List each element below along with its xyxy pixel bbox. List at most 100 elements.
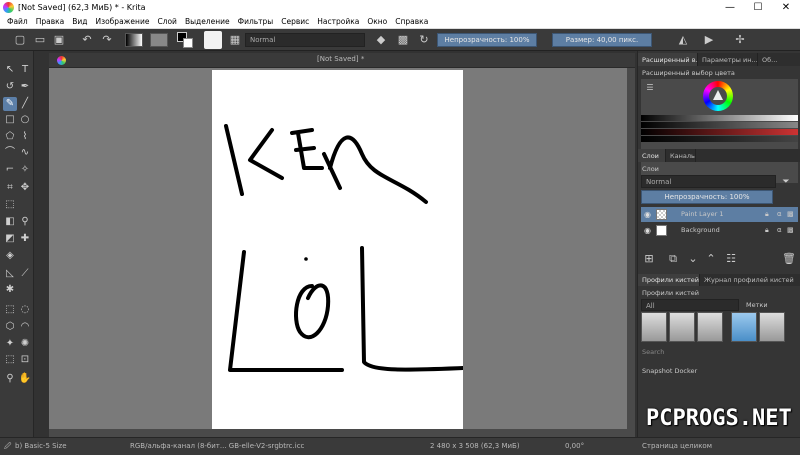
hue-ring[interactable] (703, 81, 733, 111)
reload-preset-icon[interactable]: ↻ (417, 33, 431, 47)
bezier-select-tool-icon[interactable]: ⬚ (3, 353, 17, 367)
redo-icon[interactable]: ↷ (100, 33, 114, 47)
polygon-tool-icon[interactable]: ⬠ (3, 130, 17, 144)
filter-icon[interactable]: ⏷ (779, 175, 793, 189)
crop-tool-icon[interactable]: ⌗ (3, 181, 17, 195)
open-folder-icon[interactable]: ▭ (33, 33, 47, 47)
eye-icon[interactable]: ◉ (644, 223, 651, 238)
status-zoom[interactable]: Страница целиком (642, 442, 712, 450)
brush-search-input[interactable]: Search (642, 348, 664, 356)
menu-view[interactable]: Вид (68, 17, 91, 26)
brush-preset-thumb-selected[interactable] (731, 312, 757, 342)
brush-preset-thumb[interactable] (641, 312, 667, 342)
size-slider[interactable]: Размер: 40,00 пикс. (552, 33, 652, 47)
inherit-alpha-icon[interactable]: ▩ (787, 223, 794, 238)
menu-tools[interactable]: Сервис (277, 17, 313, 26)
fg-bg-color-swatch[interactable] (177, 32, 193, 48)
horizontal-scrollbar[interactable] (49, 429, 635, 437)
mirror-horizontal-icon[interactable]: ◭ (676, 33, 690, 47)
calligraphy-tool-icon[interactable]: ✒ (18, 80, 32, 94)
status-rotation[interactable]: 0,00° (565, 442, 584, 450)
text-tool-icon[interactable]: T (18, 63, 32, 77)
layer-row[interactable]: ◉ Background 🔒︎ α ▩ (641, 223, 798, 238)
ellipse-tool-icon[interactable]: ○ (18, 113, 32, 127)
tab-brush-presets[interactable]: Профили кистей (638, 274, 700, 286)
color-selector-menu-icon[interactable]: ☰ (643, 81, 657, 95)
assistant-tool-icon[interactable]: ◺ (3, 267, 17, 281)
similar-select-tool-icon[interactable]: ✺ (18, 337, 32, 351)
menu-edit[interactable]: Правка (32, 17, 69, 26)
saturation-triangle[interactable] (713, 90, 723, 100)
tab-advanced-color[interactable]: Расширенный в... (638, 53, 698, 66)
move-tool-icon[interactable]: ✥ (18, 181, 32, 195)
minimize-button[interactable]: — (716, 0, 744, 15)
zoom-tool-icon[interactable]: ⚲ (3, 372, 17, 386)
layer-opacity-slider[interactable]: Непрозрачность: 100% (641, 190, 773, 204)
lock-icon[interactable]: 🔒︎ (765, 207, 769, 222)
brush-tag-label[interactable]: Метки (746, 301, 768, 309)
freehand-path-tool-icon[interactable]: ∿ (18, 146, 32, 160)
bezier-tool-icon[interactable]: ⌒ (3, 146, 17, 160)
tab-tool-options[interactable]: Параметры ин... (698, 53, 758, 66)
blend-mode-select[interactable]: Normal (245, 33, 365, 47)
red-bar[interactable] (641, 129, 798, 135)
menu-layer[interactable]: Слой (153, 17, 181, 26)
mirror-vertical-icon[interactable]: ▶ (702, 33, 716, 47)
colorize-mask-tool-icon[interactable]: ◩ (3, 232, 17, 246)
lightness-bar[interactable] (641, 115, 798, 121)
menu-filters[interactable]: Фильтры (234, 17, 278, 26)
tab-brush-history[interactable]: Журнал профилей кистей (700, 274, 800, 286)
magnetic-select-tool-icon[interactable]: ⊡ (18, 353, 32, 367)
freehand-select-tool-icon[interactable]: ◠ (18, 320, 32, 334)
brush-preset-thumb[interactable] (669, 312, 695, 342)
opacity-slider[interactable]: Непрозрачность: 100% (437, 33, 537, 47)
menu-select[interactable]: Выделение (181, 17, 234, 26)
duplicate-layer-icon[interactable]: ⧉ (666, 252, 680, 266)
polyline-tool-icon[interactable]: ⌇ (18, 130, 32, 144)
alpha-lock-icon[interactable]: α (777, 223, 782, 238)
value-bar[interactable] (641, 122, 798, 128)
vertical-scrollbar[interactable] (627, 68, 635, 429)
color-picker-tool-icon[interactable]: ⚲ (18, 215, 32, 229)
new-document-icon[interactable]: ▢ (13, 33, 27, 47)
brush-preset-button[interactable] (204, 31, 222, 49)
menu-window[interactable]: Окно (363, 17, 391, 26)
workspace-icon[interactable]: ✢ (733, 33, 747, 47)
save-icon[interactable]: ▣ (52, 33, 66, 47)
tab-channels[interactable]: Каналы (666, 149, 696, 162)
brush-preset-thumb[interactable] (697, 312, 723, 342)
menu-help[interactable]: Справка (391, 17, 432, 26)
layer-blend-select[interactable]: Normal (641, 175, 776, 188)
menu-image[interactable]: Изображение (92, 17, 154, 26)
canvas-paper[interactable] (212, 70, 463, 429)
measure-tool-icon[interactable]: ⟋ (18, 267, 32, 281)
maximize-button[interactable]: ☐ (744, 0, 772, 15)
delete-layer-icon[interactable]: 🗑︎ (782, 252, 796, 266)
brush-preset-thumb[interactable] (759, 312, 785, 342)
edit-shapes-tool-icon[interactable]: ↺ (3, 80, 17, 94)
fill-tool-icon[interactable]: ◈ (3, 249, 17, 263)
move-layer-down-icon[interactable]: ⌄ (686, 252, 700, 266)
brush-settings-icon[interactable]: ▦ (228, 33, 242, 47)
pan-tool-icon[interactable]: ✋ (18, 372, 32, 386)
document-tab[interactable]: [Not Saved] * (317, 55, 364, 63)
menu-file[interactable]: Файл (3, 17, 32, 26)
gradient-preview[interactable] (125, 33, 143, 47)
add-layer-icon[interactable]: ⊞ (642, 252, 656, 266)
multibrush-tool-icon[interactable]: ✧ (18, 163, 32, 177)
tab-overview[interactable]: Об... (758, 53, 800, 66)
background-color[interactable] (183, 38, 193, 48)
reference-images-tool-icon[interactable]: ✱ (3, 283, 17, 297)
inherit-alpha-icon[interactable]: ▩ (787, 207, 794, 222)
dynamic-brush-tool-icon[interactable]: ⌐ (3, 163, 17, 177)
polygon-select-tool-icon[interactable]: ⬡ (3, 320, 17, 334)
ellipse-select-tool-icon[interactable]: ◌ (18, 303, 32, 317)
select-shapes-tool-icon[interactable]: ↖ (3, 63, 17, 77)
line-tool-icon[interactable]: ╱ (18, 97, 32, 111)
lock-icon[interactable]: 🔒︎ (765, 223, 769, 238)
eye-icon[interactable]: ◉ (644, 207, 651, 222)
close-button[interactable]: ✕ (772, 0, 800, 15)
transform-tool-icon[interactable]: ⬚ (3, 198, 17, 212)
rect-select-tool-icon[interactable]: ⬚ (3, 303, 17, 317)
color-selector[interactable]: ☰ (641, 79, 798, 183)
